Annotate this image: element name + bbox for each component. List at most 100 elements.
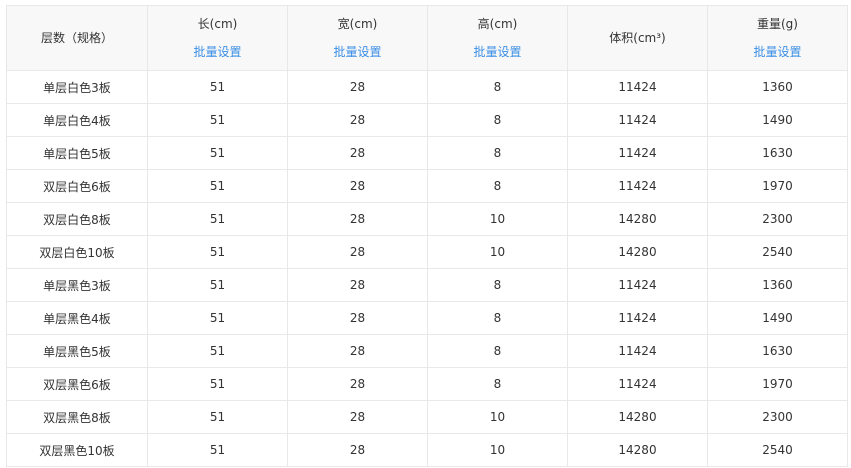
header-width: 宽(cm) 批量设置 (287, 5, 428, 71)
cell-width: 28 (287, 433, 428, 467)
cell-weight: 2540 (707, 433, 848, 467)
cell-height: 8 (427, 334, 568, 368)
cell-spec: 单层黑色4板 (6, 301, 148, 335)
cell-volume: 14280 (567, 235, 708, 269)
cell-height: 10 (427, 400, 568, 434)
cell-length: 51 (147, 301, 288, 335)
cell-width: 28 (287, 301, 428, 335)
cell-height: 8 (427, 268, 568, 302)
cell-spec: 单层白色4板 (6, 103, 148, 137)
cell-width: 28 (287, 70, 428, 104)
header-weight: 重量(g) 批量设置 (707, 5, 848, 71)
cell-height: 8 (427, 301, 568, 335)
cell-volume: 11424 (567, 103, 708, 137)
spec-table-container: 层数（规格） 长(cm) 批量设置 宽(cm) 批量设置 高(cm) 批量设置 (6, 5, 848, 467)
header-height-label: 高(cm) (477, 17, 518, 31)
cell-weight: 2300 (707, 202, 848, 236)
cell-volume: 14280 (567, 400, 708, 434)
cell-height: 10 (427, 433, 568, 467)
cell-weight: 1490 (707, 103, 848, 137)
table-row: 单层白色5板 51 28 8 11424 1630 (6, 136, 848, 170)
header-width-label: 宽(cm) (337, 17, 378, 31)
cell-length: 51 (147, 433, 288, 467)
cell-height: 10 (427, 235, 568, 269)
cell-spec: 双层白色8板 (6, 202, 148, 236)
header-weight-label: 重量(g) (757, 17, 798, 31)
cell-volume: 11424 (567, 70, 708, 104)
batch-set-width-link[interactable]: 批量设置 (289, 44, 427, 60)
header-length-label: 长(cm) (197, 17, 238, 31)
cell-length: 51 (147, 235, 288, 269)
cell-width: 28 (287, 235, 428, 269)
cell-height: 8 (427, 169, 568, 203)
cell-spec: 单层白色5板 (6, 136, 148, 170)
header-volume: 体积(cm³) (567, 5, 708, 71)
table-row: 单层黑色5板 51 28 8 11424 1630 (6, 334, 848, 368)
table-header: 层数（规格） 长(cm) 批量设置 宽(cm) 批量设置 高(cm) 批量设置 (6, 5, 848, 71)
cell-height: 10 (427, 202, 568, 236)
cell-weight: 1630 (707, 136, 848, 170)
cell-volume: 11424 (567, 367, 708, 401)
cell-volume: 11424 (567, 268, 708, 302)
header-row: 层数（规格） 长(cm) 批量设置 宽(cm) 批量设置 高(cm) 批量设置 (6, 5, 848, 71)
table-row: 双层黑色10板 51 28 10 14280 2540 (6, 433, 848, 467)
cell-length: 51 (147, 169, 288, 203)
cell-spec: 单层黑色5板 (6, 334, 148, 368)
table-row: 单层黑色3板 51 28 8 11424 1360 (6, 268, 848, 302)
cell-width: 28 (287, 334, 428, 368)
cell-weight: 2540 (707, 235, 848, 269)
cell-height: 8 (427, 103, 568, 137)
cell-spec: 双层白色10板 (6, 235, 148, 269)
cell-width: 28 (287, 103, 428, 137)
cell-length: 51 (147, 202, 288, 236)
cell-length: 51 (147, 400, 288, 434)
table-row: 单层白色4板 51 28 8 11424 1490 (6, 103, 848, 137)
cell-length: 51 (147, 70, 288, 104)
cell-weight: 1360 (707, 268, 848, 302)
header-height: 高(cm) 批量设置 (427, 5, 568, 71)
batch-set-height-link[interactable]: 批量设置 (429, 44, 567, 60)
batch-set-weight-link[interactable]: 批量设置 (709, 44, 847, 60)
cell-spec: 单层白色3板 (6, 70, 148, 104)
cell-weight: 1970 (707, 169, 848, 203)
cell-height: 8 (427, 70, 568, 104)
header-length: 长(cm) 批量设置 (147, 5, 288, 71)
table-row: 双层白色10板 51 28 10 14280 2540 (6, 235, 848, 269)
cell-width: 28 (287, 136, 428, 170)
cell-weight: 1630 (707, 334, 848, 368)
cell-length: 51 (147, 136, 288, 170)
header-spec-label: 层数（规格） (41, 31, 114, 45)
table-row: 双层黑色6板 51 28 8 11424 1970 (6, 367, 848, 401)
cell-spec: 单层黑色3板 (6, 268, 148, 302)
cell-volume: 14280 (567, 202, 708, 236)
cell-volume: 11424 (567, 136, 708, 170)
cell-width: 28 (287, 268, 428, 302)
spec-table: 层数（规格） 长(cm) 批量设置 宽(cm) 批量设置 高(cm) 批量设置 (6, 5, 848, 467)
table-row: 双层白色8板 51 28 10 14280 2300 (6, 202, 848, 236)
cell-volume: 11424 (567, 169, 708, 203)
header-spec: 层数（规格） (6, 5, 148, 71)
table-row: 双层白色6板 51 28 8 11424 1970 (6, 169, 848, 203)
cell-width: 28 (287, 400, 428, 434)
cell-volume: 14280 (567, 433, 708, 467)
cell-length: 51 (147, 367, 288, 401)
cell-volume: 11424 (567, 301, 708, 335)
cell-weight: 1360 (707, 70, 848, 104)
cell-height: 8 (427, 136, 568, 170)
header-volume-label: 体积(cm³) (609, 31, 666, 45)
cell-weight: 1970 (707, 367, 848, 401)
batch-set-length-link[interactable]: 批量设置 (149, 44, 287, 60)
cell-spec: 双层白色6板 (6, 169, 148, 203)
cell-width: 28 (287, 202, 428, 236)
cell-width: 28 (287, 169, 428, 203)
cell-weight: 2300 (707, 400, 848, 434)
cell-height: 8 (427, 367, 568, 401)
table-body: 单层白色3板 51 28 8 11424 1360 单层白色4板 51 28 8… (6, 70, 848, 467)
cell-weight: 1490 (707, 301, 848, 335)
cell-spec: 双层黑色6板 (6, 367, 148, 401)
cell-length: 51 (147, 334, 288, 368)
table-row: 单层黑色4板 51 28 8 11424 1490 (6, 301, 848, 335)
cell-spec: 双层黑色10板 (6, 433, 148, 467)
table-row: 单层白色3板 51 28 8 11424 1360 (6, 70, 848, 104)
cell-width: 28 (287, 367, 428, 401)
